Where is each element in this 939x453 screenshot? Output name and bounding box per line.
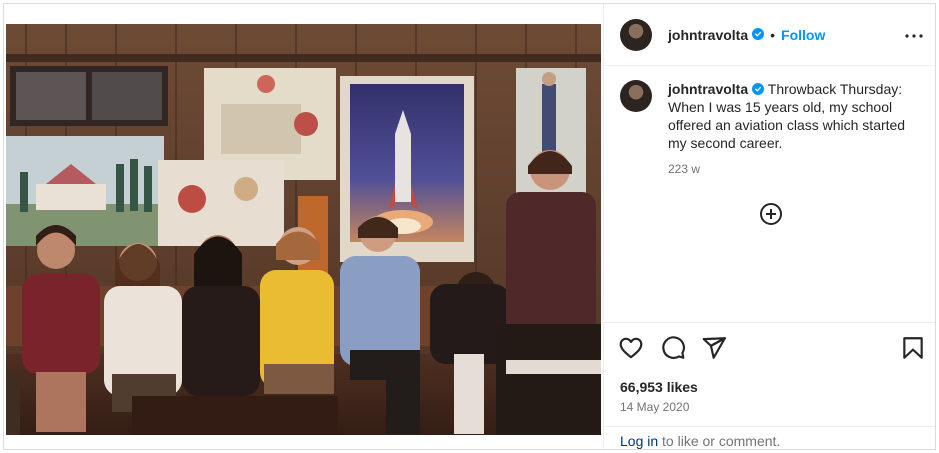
post-container: johntravolta • Follow johntravolta Throw… [3, 3, 936, 450]
login-prompt-text: to like or comment. [658, 433, 781, 449]
post-header: johntravolta • Follow [604, 4, 935, 66]
share-icon[interactable] [701, 335, 727, 361]
bookmark-icon[interactable] [900, 335, 926, 361]
avatar[interactable] [620, 18, 652, 51]
verified-badge-icon [752, 27, 765, 40]
more-options-icon[interactable] [904, 26, 924, 46]
post-photo[interactable] [6, 24, 601, 435]
add-circle-icon[interactable] [759, 202, 783, 226]
post-time[interactable]: 223 w [668, 160, 918, 178]
heart-icon[interactable] [618, 335, 644, 361]
post-media [4, 4, 603, 449]
post-sidebar: johntravolta • Follow johntravolta Throw… [603, 4, 935, 449]
separator-dot: • [770, 26, 776, 43]
header-username[interactable]: johntravolta [668, 27, 748, 43]
post-actions: 66,953 likes 14 May 2020 [604, 322, 935, 414]
comment-icon[interactable] [660, 335, 686, 361]
post-date[interactable]: 14 May 2020 [620, 400, 689, 414]
follow-button[interactable]: Follow [781, 27, 825, 43]
action-bar [604, 323, 935, 375]
post-caption: johntravolta Throwback Thursday: When I … [620, 80, 926, 178]
caption-username[interactable]: johntravolta [668, 81, 748, 97]
login-prompt: Log in to like or comment. [604, 426, 935, 449]
login-link[interactable]: Log in [620, 433, 658, 449]
likes-count[interactable]: 66,953 likes [620, 379, 698, 395]
caption-text-block: johntravolta Throwback Thursday: When I … [668, 80, 918, 178]
verified-badge-icon [752, 83, 765, 96]
vintage-classroom-photo [6, 24, 601, 435]
caption-avatar[interactable] [620, 80, 652, 112]
